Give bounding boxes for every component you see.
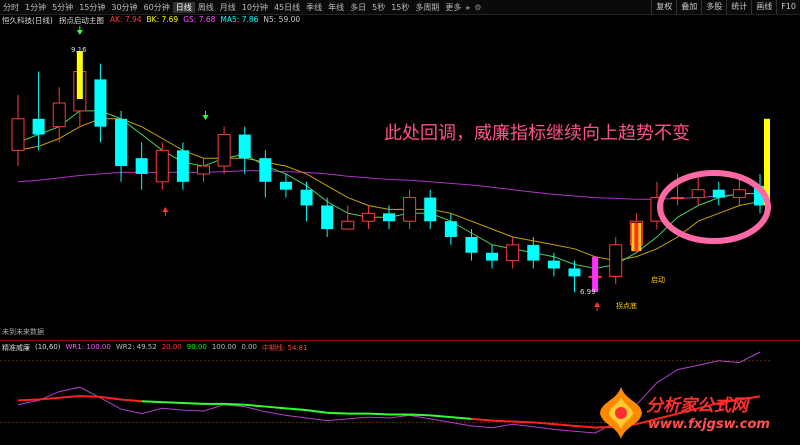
candle-body	[32, 118, 45, 135]
candle-body	[217, 134, 231, 167]
wr2-segment	[285, 407, 307, 412]
williams-value: 90.00	[186, 343, 207, 351]
candle-body	[383, 213, 395, 222]
candle-body	[609, 244, 623, 277]
candle-body	[52, 102, 66, 128]
williams-info-bar: 精准威廉 (10,60) WR1: 100.00 WR2: 49.52 20.00 9…	[2, 343, 308, 353]
williams-value: 0.00	[241, 343, 257, 351]
watermark-url: www.fxjgsw.com	[648, 417, 770, 432]
candle-body	[712, 189, 725, 198]
candle-body	[259, 158, 272, 182]
wr2-segment	[38, 396, 60, 401]
candle-body	[671, 197, 685, 200]
high-price-label: 9.16	[71, 46, 87, 54]
highlight-circle	[657, 170, 771, 244]
low-price-label: 6.99	[580, 288, 596, 296]
logo-icon	[600, 387, 642, 439]
candle-body	[135, 158, 148, 174]
wr2-segment	[492, 419, 513, 423]
candle-body	[94, 79, 107, 127]
wr2-segment	[430, 414, 451, 419]
candle-body	[732, 189, 746, 199]
start-signal-core	[634, 222, 639, 252]
candle-body	[197, 165, 210, 175]
no-future-data-label: 未到未来数据	[2, 328, 44, 336]
site-watermark: 分析家公式网 www.fxjgsw.com	[596, 383, 800, 445]
williams-params: (10,60)	[35, 343, 61, 351]
buy-arrow-icon	[76, 30, 83, 35]
candle-body	[341, 220, 355, 230]
wr2-segment	[162, 401, 183, 405]
wr2-segment	[306, 409, 328, 414]
candle-body	[279, 181, 292, 190]
candle-body	[11, 118, 25, 151]
williams-values: WR1: 100.00 WR2: 49.52 20.00 90.00 100.00 0.0…	[66, 343, 308, 353]
williams-value: 20.00	[161, 343, 182, 351]
williams-value: 100.00	[211, 343, 237, 351]
wr2-segment	[574, 424, 596, 429]
williams-value: WR1: 100.00	[65, 343, 111, 351]
wr2-segment	[512, 420, 534, 424]
candle-body	[527, 244, 540, 261]
wr2-segment	[141, 400, 163, 404]
williams-value: WR2: 49.52	[115, 343, 157, 351]
candle-body	[444, 221, 457, 237]
candle-body	[403, 197, 417, 222]
wr2-segment	[244, 403, 266, 408]
candle-body	[300, 189, 313, 206]
wr2-segment	[450, 416, 472, 420]
wr2-segment	[553, 423, 575, 427]
signal-bar-magenta	[592, 256, 599, 293]
turn-bottom-label: 拐点底	[616, 302, 637, 310]
candle-body	[115, 118, 128, 167]
wr2-segment	[471, 417, 493, 422]
candle-body	[321, 205, 334, 230]
sell-arrow-icon	[162, 207, 169, 212]
candle-body	[238, 134, 251, 159]
candle-body	[424, 197, 437, 222]
start-signal-label: 启动	[651, 276, 665, 284]
candle-body	[155, 149, 169, 183]
annotation-text: 此处回调，威廉指标继续向上趋势不变	[384, 123, 690, 144]
wr2-segment	[59, 395, 80, 399]
candle-body	[176, 150, 189, 182]
williams-name[interactable]: 精准威廉	[2, 343, 30, 353]
candle-body	[691, 189, 705, 199]
wr2-segment	[265, 405, 287, 410]
pane-separator	[0, 340, 800, 341]
candle-body	[547, 260, 560, 269]
candle-body	[506, 244, 520, 262]
candle-body	[361, 212, 375, 222]
wr2-segment	[533, 421, 554, 426]
sell-arrow-icon	[594, 302, 601, 307]
watermark-title: 分析家公式网	[646, 396, 748, 416]
williams-value: 中期线: 54.81	[261, 344, 308, 352]
wr2-segment	[17, 398, 39, 402]
wr2-segment	[224, 402, 245, 406]
wr2-segment	[327, 411, 348, 415]
wr2-segment	[120, 398, 142, 403]
candle-body	[465, 236, 478, 253]
candle-body	[486, 252, 499, 261]
candle-body	[568, 268, 581, 277]
wr2-segment	[409, 413, 431, 417]
candlestick-chart[interactable]	[0, 0, 800, 445]
buy-arrow-icon	[202, 115, 209, 120]
wr2-segment	[182, 402, 204, 405]
wr2-segment	[79, 395, 101, 398]
wr2-segment	[368, 412, 390, 416]
signal-bar-yellow	[76, 51, 83, 100]
ma-long-line	[17, 170, 761, 200]
